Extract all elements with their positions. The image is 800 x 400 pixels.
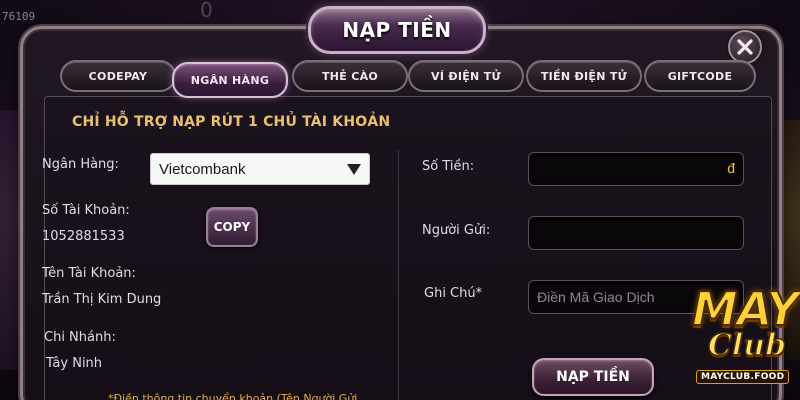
tab-vi-dien-tu[interactable]: VÍ ĐIỆN TỬ (408, 60, 524, 92)
deposit-submit-button[interactable]: NẠP TIỀN (532, 358, 654, 396)
amount-field[interactable]: đ (528, 152, 744, 186)
account-name-label: Tên Tài Khoản: (42, 266, 136, 281)
close-icon (737, 39, 753, 55)
tab-giftcode[interactable]: GIFTCODE (644, 60, 756, 92)
logo-domain-text: MAYCLUB.FOOD (696, 370, 790, 384)
tab-codepay[interactable]: CODEPAY (60, 60, 176, 92)
account-number-value: 1052881533 (42, 229, 125, 244)
tab-tien-dien-tu[interactable]: TIỀN ĐIỆN TỬ (526, 60, 642, 92)
dialog-title: NẠP TIỀN (308, 6, 486, 54)
close-button[interactable] (728, 30, 762, 64)
sender-label: Người Gửi: (422, 223, 491, 238)
dialog-title-text: NẠP TIỀN (342, 18, 452, 42)
currency-symbol: đ (727, 160, 735, 176)
footnote: *Điền thông tin chuyển khoản (Tên Người … (108, 392, 368, 400)
bank-select[interactable]: Vietcombank (150, 153, 370, 185)
bank-select-value: Vietcombank (159, 160, 246, 178)
amount-input[interactable] (537, 153, 743, 185)
tab-the-cao[interactable]: THẺ CÀO (292, 60, 408, 92)
mayclub-logo: MAY Club MAYCLUB.FOOD (690, 281, 800, 394)
sender-field[interactable] (528, 216, 744, 250)
branch-label: Chi Nhánh: (44, 330, 116, 345)
branch-value: Tây Ninh (46, 356, 103, 371)
chevron-down-icon (347, 164, 361, 175)
logo-club-text: Club (707, 327, 787, 364)
tab-ngan-hang[interactable]: NGÂN HÀNG (172, 62, 288, 98)
note-label: Ghi Chú* (424, 286, 483, 301)
sender-input[interactable] (537, 217, 743, 249)
background-counter: 76109 (2, 10, 36, 23)
account-number-label: Số Tài Khoản: (42, 203, 130, 218)
background-left-card (0, 110, 18, 370)
background-score: 0 (200, 0, 213, 22)
copy-account-button[interactable]: COPY (206, 207, 258, 247)
bank-label: Ngân Hàng: (42, 157, 119, 172)
account-name-value: Trần Thị Kim Dung (42, 292, 162, 307)
single-account-notice: CHỈ HỖ TRỢ NẠP RÚT 1 CHỦ TÀI KHOẢN (72, 114, 391, 130)
column-divider (398, 150, 399, 400)
amount-label: Số Tiền: (422, 159, 475, 174)
